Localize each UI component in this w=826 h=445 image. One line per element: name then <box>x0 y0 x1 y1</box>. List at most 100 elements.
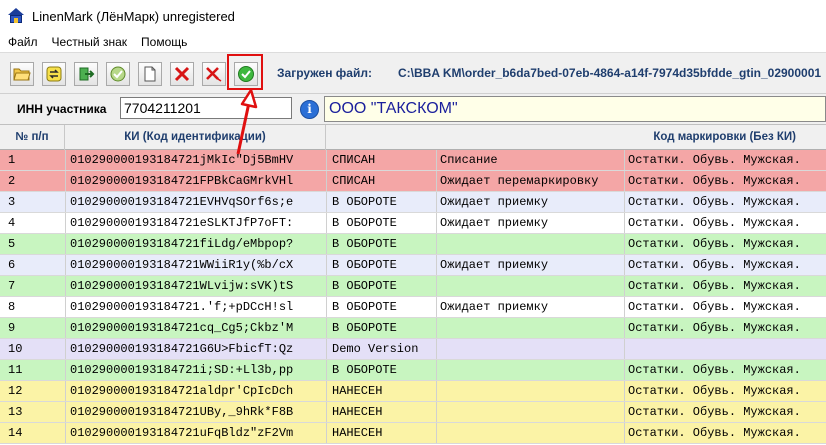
red-x-icon <box>174 66 190 82</box>
column-divider <box>624 192 625 212</box>
cell-ki: 010290000193184721jMkIc"Dj5BmHV <box>70 153 294 167</box>
column-divider <box>624 234 625 254</box>
column-header-ki[interactable]: КИ (Код идентификации) <box>65 125 326 150</box>
cell-num: 14 <box>8 426 23 440</box>
cell-ki: 010290000193184721.'f;+pDCcH!sl <box>70 300 294 314</box>
cell-ki: 010290000193184721fiLdg/eMbpop? <box>70 237 294 251</box>
column-divider <box>65 150 66 170</box>
menu-honest-sign[interactable]: Честный знак <box>52 35 128 49</box>
cell-description: Ожидает перемаркировку <box>440 174 599 188</box>
column-divider <box>326 339 327 359</box>
cell-marking-code: Остатки. Обувь. Мужская. <box>628 300 801 314</box>
cell-status: В ОБОРОТЕ <box>332 258 397 272</box>
column-header-code[interactable]: Код маркировки (Без КИ) <box>326 125 826 150</box>
column-divider <box>65 297 66 317</box>
window-title: LinenMark (ЛёнМарк) unregistered <box>32 8 235 24</box>
cell-status: В ОБОРОТЕ <box>332 195 397 209</box>
menu-help[interactable]: Помощь <box>141 35 187 49</box>
cell-status: СПИСАН <box>332 174 376 188</box>
column-divider <box>436 402 437 422</box>
import-button[interactable] <box>74 62 98 86</box>
column-divider <box>436 339 437 359</box>
confirm-button[interactable] <box>106 62 130 86</box>
delete-all-button[interactable] <box>202 62 226 86</box>
cell-ki: 010290000193184721WWiiR1y(%b/cX <box>70 258 294 272</box>
cell-status: НАНЕСЕН <box>332 405 383 419</box>
column-divider <box>65 234 66 254</box>
column-divider <box>436 297 437 317</box>
cell-status: В ОБОРОТЕ <box>332 279 397 293</box>
cell-ki: 010290000193184721eSLKTJfP7oFT: <box>70 216 294 230</box>
column-header-num[interactable]: № п/п <box>0 125 65 150</box>
cell-num: 9 <box>8 321 16 335</box>
house-app-icon <box>8 8 24 24</box>
column-divider <box>326 171 327 191</box>
new-document-button[interactable] <box>138 62 162 86</box>
column-divider <box>436 171 437 191</box>
table-row[interactable]: 13 010290000193184721UBy,_9hRk*F8B НАНЕСЕН… <box>0 402 826 423</box>
exchange-button[interactable] <box>42 62 66 86</box>
column-divider <box>436 150 437 170</box>
table-row[interactable]: 10 010290000193184721G6U>FbicfT:Qz Demo Ve… <box>0 339 826 360</box>
cell-status: В ОБОРОТЕ <box>332 237 397 251</box>
table-row[interactable]: 11 010290000193184721i;SD:+Ll3b,pp В ОБОРО… <box>0 360 826 381</box>
table-row[interactable]: 12 010290000193184721aldpr'CpIcDch НАНЕСЕН… <box>0 381 826 402</box>
table-header: № п/п КИ (Код идентификации) Код маркиро… <box>0 125 826 150</box>
column-divider <box>436 234 437 254</box>
table-row[interactable]: 2 010290000193184721FPBkCaGMrkVHl СПИСАН Ож… <box>0 171 826 192</box>
column-divider <box>436 381 437 401</box>
cell-num: 6 <box>8 258 16 272</box>
cell-ki: 010290000193184721G6U>FbicfT:Qz <box>70 342 294 356</box>
menu-bar: Файл Честный знак Помощь <box>0 32 826 52</box>
column-divider <box>326 402 327 422</box>
column-divider <box>624 213 625 233</box>
menu-file[interactable]: Файл <box>8 35 38 49</box>
loaded-file-path: C:\BBA KM\order_b6da7bed-07eb-4864-a14f-… <box>398 66 822 80</box>
column-divider <box>624 360 625 380</box>
column-divider <box>624 150 625 170</box>
annotation-arrow <box>236 88 258 155</box>
marking-codes-table: № п/п КИ (Код идентификации) Код маркиро… <box>0 124 826 445</box>
info-icon[interactable]: i <box>300 100 319 119</box>
column-divider <box>65 192 66 212</box>
column-divider <box>326 381 327 401</box>
cell-marking-code: Остатки. Обувь. Мужская. <box>628 195 801 209</box>
blank-page-icon <box>144 66 156 82</box>
table-row[interactable]: 6 010290000193184721WWiiR1y(%b/cX В ОБОРОТ… <box>0 255 826 276</box>
column-divider <box>624 297 625 317</box>
table-row[interactable]: 5 010290000193184721fiLdg/eMbpop? В ОБОРОТ… <box>0 234 826 255</box>
highlight-frame <box>227 54 263 90</box>
cell-status: СПИСАН <box>332 153 376 167</box>
table-row[interactable]: 1 010290000193184721jMkIc"Dj5BmHV СПИСАН Сп… <box>0 150 826 171</box>
cell-description: Ожидает приемку <box>440 300 549 314</box>
cell-num: 3 <box>8 195 16 209</box>
table-row[interactable]: 3 010290000193184721EVHVqSOrf6s;e В ОБОРОТ… <box>0 192 826 213</box>
table-row[interactable]: 8 010290000193184721.'f;+pDCcH!sl В ОБОРОТ… <box>0 297 826 318</box>
column-divider <box>65 276 66 296</box>
column-divider <box>65 171 66 191</box>
cell-description: Ожидает приемку <box>440 195 549 209</box>
cell-ki: 010290000193184721cq_Cg5;Ckbz'M <box>70 321 294 335</box>
table-row[interactable]: 9 010290000193184721cq_Cg5;Ckbz'M В ОБОРОТ… <box>0 318 826 339</box>
cell-status: В ОБОРОТЕ <box>332 363 397 377</box>
cell-num: 13 <box>8 405 23 419</box>
column-divider <box>326 213 327 233</box>
cell-description: Ожидает приемку <box>440 216 549 230</box>
checkmark-icon <box>110 66 126 82</box>
table-row[interactable]: 4 010290000193184721eSLKTJfP7oFT: В ОБОРОТ… <box>0 213 826 234</box>
column-divider <box>436 276 437 296</box>
cell-num: 8 <box>8 300 16 314</box>
cell-ki: 010290000193184721UBy,_9hRk*F8B <box>70 405 294 419</box>
table-row[interactable]: 7 010290000193184721WLvijw:sVK)tS В ОБОРОТ… <box>0 276 826 297</box>
table-row[interactable]: 14 010290000193184721uFqBldz"zF2Vm НАНЕСЕН… <box>0 423 826 444</box>
column-divider <box>624 318 625 338</box>
column-divider <box>326 423 327 443</box>
column-divider <box>326 276 327 296</box>
cell-num: 1 <box>8 153 16 167</box>
cell-status: В ОБОРОТЕ <box>332 321 397 335</box>
column-divider <box>326 318 327 338</box>
column-divider <box>624 255 625 275</box>
delete-button[interactable] <box>170 62 194 86</box>
open-folder-button[interactable] <box>10 62 34 86</box>
cell-marking-code: Остатки. Обувь. Мужская. <box>628 405 801 419</box>
